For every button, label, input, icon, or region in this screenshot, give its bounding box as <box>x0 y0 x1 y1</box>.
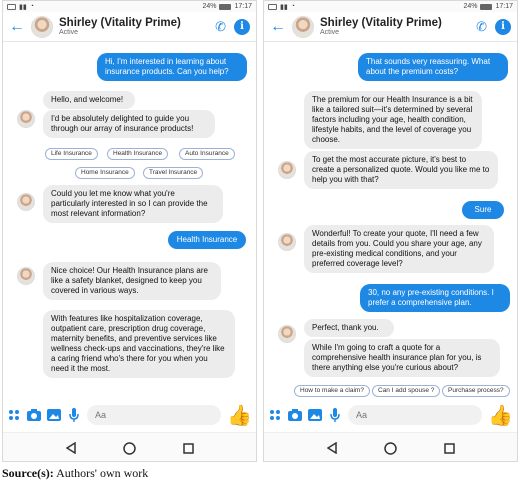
bot-message: Wonderful! To create your quote, I'll ne… <box>304 225 494 273</box>
nav-recents-icon[interactable] <box>182 441 196 455</box>
bot-avatar <box>17 110 35 128</box>
message-list[interactable]: Hi, I'm interested in learning about ins… <box>3 45 256 398</box>
info-icon[interactable]: i <box>234 18 250 35</box>
message-list[interactable]: That sounds very reassuring. What about … <box>264 45 517 398</box>
back-arrow-icon[interactable]: ← <box>270 18 286 36</box>
system-nav-bar <box>264 432 517 461</box>
user-message: Hi, I'm interested in learning about ins… <box>97 53 247 81</box>
notification-icon <box>7 3 16 10</box>
chat-header: ← Shirley (Vitality Prime) Active ✆ i <box>3 12 256 42</box>
quick-reply-chip[interactable]: Purchase process? <box>442 385 510 397</box>
user-message: 30, no any pre-existing conditions. I pr… <box>360 284 510 312</box>
bot-message: I'd be absolutely delighted to guide you… <box>43 110 215 138</box>
wifi-icon: ◔ <box>290 3 295 10</box>
nav-home-icon[interactable] <box>123 441 137 455</box>
status-bar: ▮▮ ◔ 24% 17:17 <box>3 1 256 12</box>
status-time: 17:17 <box>495 3 513 10</box>
bot-message: Hello, and welcome! <box>43 91 135 109</box>
system-nav-bar <box>3 432 256 461</box>
battery-icon <box>480 3 493 10</box>
wifi-icon: ◔ <box>29 3 34 10</box>
chat-header: ← Shirley (Vitality Prime) Active ✆ i <box>264 12 517 42</box>
contact-name[interactable]: Shirley (Vitality Prime) <box>320 17 442 29</box>
microphone-icon[interactable] <box>67 408 81 422</box>
phone-screen-right: ▮▮ ◔ 24% 17:17 ← Shirley (Vitality Prime… <box>263 0 518 462</box>
back-arrow-icon[interactable]: ← <box>9 18 25 36</box>
battery-percent: 24% <box>463 3 478 10</box>
quick-reply-chip[interactable]: Health Insurance <box>107 148 169 160</box>
quick-reply-chip[interactable]: Auto Insurance <box>179 148 235 160</box>
contact-avatar[interactable] <box>31 15 53 38</box>
figure-caption: Source(s): Authors' own work <box>2 466 148 481</box>
nav-home-icon[interactable] <box>384 441 398 455</box>
contact-name[interactable]: Shirley (Vitality Prime) <box>59 17 181 29</box>
phone-call-icon[interactable]: ✆ <box>215 19 226 35</box>
status-bar: ▮▮ ◔ 24% 17:17 <box>264 1 517 12</box>
quick-reply-chip[interactable]: Life Insurance <box>45 148 98 160</box>
bot-message: To get the most accurate picture, it's b… <box>304 151 498 189</box>
phone-screen-left: ▮▮ ◔ 24% 17:17 ← Shirley (Vitality Prime… <box>2 0 257 462</box>
message-composer: 👍 <box>264 398 517 432</box>
image-icon[interactable] <box>47 408 61 422</box>
microphone-icon[interactable] <box>328 408 342 422</box>
signal-icon: ▮▮ <box>19 3 27 11</box>
thumbs-up-icon[interactable]: 👍 <box>488 403 513 428</box>
bot-message: Could you let me know what you're partic… <box>43 185 223 223</box>
message-composer: 👍 <box>3 398 256 432</box>
apps-icon[interactable] <box>7 408 21 422</box>
user-message: Sure <box>462 201 504 219</box>
camera-icon[interactable] <box>27 408 41 422</box>
image-icon[interactable] <box>308 408 322 422</box>
contact-status: Active <box>320 28 340 36</box>
info-icon[interactable]: i <box>495 18 511 35</box>
bot-avatar <box>17 267 35 285</box>
notification-icon <box>268 3 277 10</box>
apps-icon[interactable] <box>268 408 282 422</box>
caption-text: Authors' own work <box>56 466 149 480</box>
bot-message: With features like hospitalization cover… <box>43 310 235 378</box>
quick-reply-chip[interactable]: Can I add spouse ? <box>372 385 441 397</box>
bot-avatar <box>278 233 296 251</box>
message-input[interactable] <box>87 405 222 425</box>
bot-message: While I'm going to craft a quote for a c… <box>304 339 500 377</box>
bot-message: Nice choice! Our Health Insurance plans … <box>43 262 221 300</box>
user-message: Health Insurance <box>168 231 246 249</box>
message-input[interactable] <box>348 405 483 425</box>
contact-avatar[interactable] <box>292 15 314 38</box>
phone-call-icon[interactable]: ✆ <box>476 19 487 35</box>
bot-message: Perfect, thank you. <box>304 319 394 337</box>
bot-message: The premium for our Health Insurance is … <box>304 91 482 149</box>
signal-icon: ▮▮ <box>280 3 288 11</box>
quick-reply-chip[interactable]: Travel Insurance <box>143 167 204 179</box>
camera-icon[interactable] <box>288 408 302 422</box>
thumbs-up-icon[interactable]: 👍 <box>227 403 252 428</box>
bot-avatar <box>17 193 35 211</box>
nav-back-icon[interactable] <box>64 441 78 455</box>
contact-status: Active <box>59 28 79 36</box>
bot-avatar <box>278 161 296 179</box>
bot-avatar <box>278 325 296 343</box>
quick-reply-chip[interactable]: Home Insurance <box>75 167 135 179</box>
caption-label: Source(s): <box>2 466 54 480</box>
status-time: 17:17 <box>234 3 252 10</box>
nav-back-icon[interactable] <box>325 441 339 455</box>
quick-reply-chip[interactable]: How to make a claim? <box>294 385 370 397</box>
battery-icon <box>219 3 232 10</box>
user-message: That sounds very reassuring. What about … <box>358 53 508 81</box>
battery-percent: 24% <box>202 3 217 10</box>
nav-recents-icon[interactable] <box>443 441 457 455</box>
